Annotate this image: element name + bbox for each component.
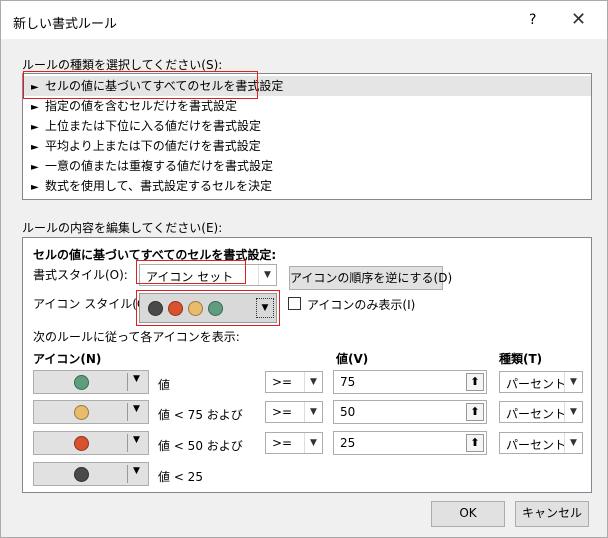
value-input[interactable]: 50 ⬆ (333, 400, 487, 424)
yellow-circle-icon (74, 405, 89, 420)
operator-select[interactable]: >= ▼ (265, 371, 323, 393)
operator-select[interactable]: >= ▼ (265, 432, 323, 454)
chevron-down-icon[interactable]: ▼ (133, 404, 140, 414)
icon-select[interactable]: ▼ (33, 400, 149, 424)
type-select[interactable]: パーセント ▼ (499, 432, 583, 454)
chevron-down-icon[interactable]: ▼ (564, 433, 582, 453)
highlight-box (23, 71, 258, 99)
type-column-header: 種類(T) (499, 352, 543, 366)
chevron-down-icon[interactable]: ▼ (133, 374, 140, 384)
black-circle-icon (74, 467, 89, 482)
value-column-header: 値(V) (336, 352, 369, 366)
icon-select[interactable]: ▼ (33, 431, 149, 455)
rule-type-item[interactable]: ► 一意の値または重複する値だけを書式設定 (23, 156, 591, 176)
cancel-button[interactable]: キャンセル (515, 501, 589, 527)
close-button[interactable]: ✕ (571, 9, 586, 30)
title-bar: 新しい書式ルール ? ✕ (1, 1, 607, 39)
ok-button[interactable]: OK (431, 501, 505, 527)
value-input[interactable]: 25 ⬆ (333, 431, 487, 455)
rules-caption: 次のルールに従って各アイコンを表示: (33, 330, 240, 344)
rule-type-item[interactable]: ► 指定の値を含むセルだけを書式設定 (23, 96, 591, 116)
reverse-icon-order-button[interactable]: アイコンの順序を逆にする(D) (289, 266, 452, 290)
value-input[interactable]: 75 ⬆ (333, 370, 487, 394)
icon-select[interactable]: ▼ (33, 462, 149, 486)
range-select-icon[interactable]: ⬆ (466, 434, 484, 452)
type-select[interactable]: パーセント ▼ (499, 371, 583, 393)
condition-text: 値 < 75 および (158, 408, 243, 422)
type-select[interactable]: パーセント ▼ (499, 401, 583, 423)
chevron-down-icon[interactable]: ▼ (258, 265, 276, 285)
condition-text: 値 < 25 (158, 470, 203, 484)
edit-label: ルールの内容を編集してください(E): (22, 221, 223, 235)
chevron-down-icon[interactable]: ▼ (304, 433, 322, 453)
chevron-down-icon[interactable]: ▼ (304, 372, 322, 392)
green-circle-icon (74, 375, 89, 390)
chevron-down-icon[interactable]: ▼ (304, 402, 322, 422)
chevron-down-icon[interactable]: ▼ (133, 435, 140, 445)
operator-select[interactable]: >= ▼ (265, 401, 323, 423)
dialog-window: 新しい書式ルール ? ✕ ルールの種類を選択してください(S): ► セルの値に基… (0, 0, 608, 538)
rule-type-item[interactable]: ► 上位または下位に入る値だけを書式設定 (23, 116, 591, 136)
chevron-down-icon[interactable]: ▼ (133, 466, 140, 476)
range-select-icon[interactable]: ⬆ (466, 373, 484, 391)
icon-only-label: アイコンのみ表示(I) (307, 298, 416, 312)
condition-text: 値 (158, 378, 171, 392)
chevron-down-icon[interactable]: ▼ (564, 402, 582, 422)
range-select-icon[interactable]: ⬆ (466, 403, 484, 421)
rule-type-item[interactable]: ► 数式を使用して、書式設定するセルを決定 (23, 176, 591, 196)
icon-only-checkbox[interactable] (288, 297, 301, 310)
rule-edit-panel: セルの値に基づいてすべてのセルを書式設定: 書式スタイル(O): アイコン セッ… (22, 237, 592, 493)
format-style-label: 書式スタイル(O): (33, 268, 128, 282)
help-button[interactable]: ? (529, 12, 536, 28)
dialog-title: 新しい書式ルール (13, 17, 118, 32)
icon-column-header: アイコン(N) (33, 352, 102, 366)
icon-select[interactable]: ▼ (33, 370, 149, 394)
chevron-down-icon[interactable]: ▼ (564, 372, 582, 392)
highlight-box (136, 260, 246, 284)
rule-type-item[interactable]: ► 平均より上または下の値だけを書式設定 (23, 136, 591, 156)
highlight-box (136, 290, 280, 326)
red-circle-icon (74, 436, 89, 451)
condition-text: 値 < 50 および (158, 439, 243, 453)
